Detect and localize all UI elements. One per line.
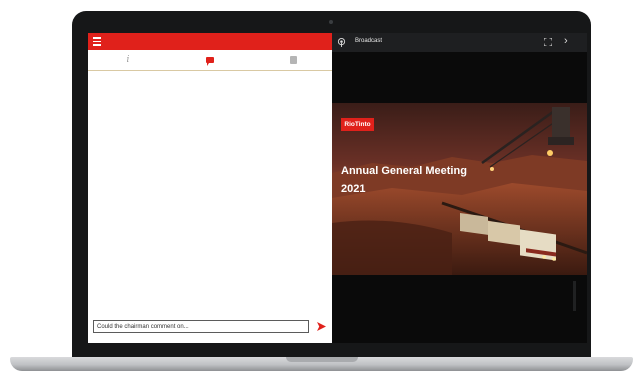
chevron-right-icon[interactable]: ›: [564, 35, 568, 47]
event-title: Annual General Meeting: [341, 165, 467, 177]
riotinto-logo: RioTinto: [341, 118, 374, 131]
screen: i Could the chairman comment on... Broad…: [88, 33, 587, 343]
laptop-notch: [286, 357, 358, 362]
chat-bubble-icon: [206, 57, 214, 66]
broadcast-icon: [337, 38, 346, 47]
webcam: [329, 20, 333, 24]
tab-chat[interactable]: [180, 50, 240, 70]
document-icon: [289, 56, 297, 64]
chat-header: [88, 33, 332, 50]
chat-messages: [88, 71, 332, 317]
question-input[interactable]: Could the chairman comment on...: [93, 320, 309, 333]
broadcast-label: Broadcast: [355, 38, 383, 44]
video-scrollbar[interactable]: [573, 281, 576, 311]
chat-composer: Could the chairman comment on...: [88, 317, 332, 343]
broadcast-bar: Broadcast ›: [332, 33, 587, 52]
send-icon[interactable]: [317, 322, 326, 331]
chat-tabs: i: [88, 50, 332, 71]
info-icon: i: [126, 55, 130, 65]
chat-pane: i Could the chairman comment on...: [88, 33, 332, 343]
tab-documents[interactable]: [263, 50, 323, 70]
hamburger-menu-icon[interactable]: [93, 37, 101, 46]
broadcast-slide: RioTinto Annual General Meeting 2021: [332, 103, 587, 275]
fullscreen-icon[interactable]: [544, 38, 552, 46]
tab-info[interactable]: i: [98, 50, 158, 70]
event-year: 2021: [341, 183, 366, 195]
